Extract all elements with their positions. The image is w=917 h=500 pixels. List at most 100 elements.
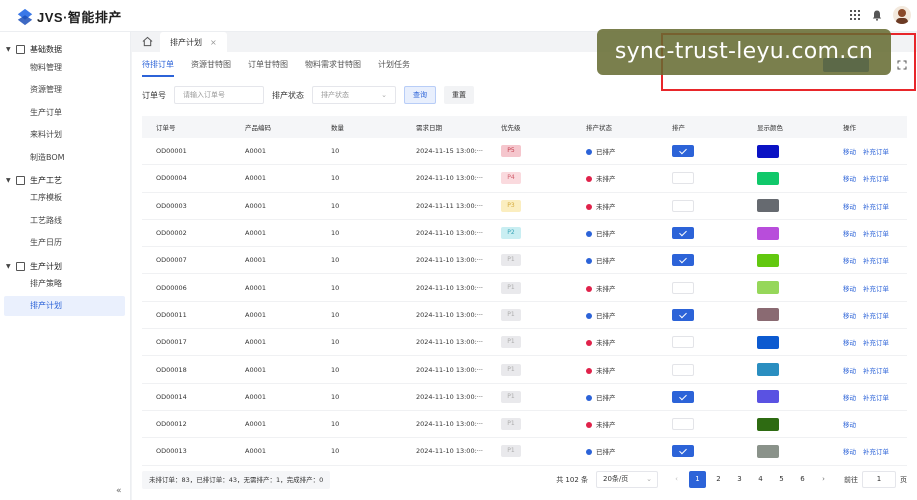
sidebar-item-production-order[interactable]: 生产订单 [0, 103, 128, 123]
page-button[interactable]: 1 [689, 471, 706, 488]
table-row[interactable]: OD00018 A0001 10 2024-11-10 13:00:··· P1… [142, 356, 907, 384]
collapse-sidebar-icon[interactable]: « [116, 486, 122, 496]
user-avatar[interactable] [893, 6, 911, 24]
schedule-checkbox[interactable] [672, 199, 694, 212]
move-link[interactable]: 移动 [843, 367, 856, 375]
color-swatch[interactable] [757, 253, 779, 267]
tab-material-gantt[interactable]: 物料需求甘特图 [305, 55, 361, 77]
color-swatch[interactable] [757, 363, 779, 377]
schedule-checkbox[interactable] [672, 308, 694, 321]
schedule-checkbox[interactable] [672, 145, 694, 158]
supplement-order-link[interactable]: 补充订单 [863, 257, 889, 265]
col-color[interactable]: 显示颜色 [743, 122, 829, 132]
schedule-checkbox[interactable] [672, 445, 694, 458]
sidebar-item-resource[interactable]: 资源管理 [0, 80, 128, 100]
page-button[interactable]: 3 [731, 471, 748, 488]
move-link[interactable]: 移动 [843, 285, 856, 293]
supplement-order-link[interactable]: 补充订单 [863, 312, 889, 320]
reset-button[interactable]: 重置 [444, 86, 474, 104]
sidebar-item-calendar[interactable]: 生产日历 [0, 233, 128, 253]
move-link[interactable]: 移动 [843, 203, 856, 211]
sidebar-item-material[interactable]: 物料管理 [0, 58, 128, 78]
goto-page-input[interactable]: 1 [862, 471, 896, 488]
color-swatch[interactable] [757, 199, 779, 213]
tab-pending-orders[interactable]: 待排订单 [142, 55, 174, 77]
supplement-order-link[interactable]: 补充订单 [863, 148, 889, 156]
table-row[interactable]: OD00003 A0001 10 2024-11-11 13:00:··· P3… [142, 193, 907, 220]
schedule-checkbox[interactable] [672, 418, 694, 431]
table-row[interactable]: OD00012 A0001 10 2024-11-10 13:00:··· P1… [142, 411, 907, 439]
tab-resource-gantt[interactable]: 资源甘特图 [191, 55, 231, 77]
page-tab-schedule-plan[interactable]: 排产计划 × [160, 32, 227, 52]
schedule-checkbox[interactable] [672, 254, 694, 267]
schedule-status-select[interactable]: 排产状态 ⌄ [312, 86, 396, 104]
sidebar-item-strategy[interactable]: 排产策略 [0, 274, 128, 294]
move-link[interactable]: 移动 [843, 448, 856, 456]
supplement-order-link[interactable]: 补充订单 [863, 367, 889, 375]
col-order[interactable]: 订单号 [142, 122, 231, 132]
color-swatch[interactable] [757, 308, 779, 322]
move-link[interactable]: 移动 [843, 394, 856, 402]
sidebar-item-process-route[interactable]: 工艺路线 [0, 211, 128, 231]
page-button[interactable]: 6 [794, 471, 811, 488]
next-page-icon[interactable]: › [815, 471, 832, 488]
schedule-checkbox[interactable] [672, 227, 694, 240]
sidebar-group-plan[interactable]: ▼ 生产计划 [0, 258, 131, 274]
color-swatch[interactable] [757, 417, 779, 431]
color-swatch[interactable] [757, 390, 779, 404]
supplement-order-link[interactable]: 补充订单 [863, 394, 889, 402]
bell-icon[interactable] [871, 9, 883, 21]
page-size-select[interactable]: 20条/页 ⌄ [596, 471, 658, 488]
supplement-order-link[interactable]: 补充订单 [863, 203, 889, 211]
move-link[interactable]: 移动 [843, 257, 856, 265]
move-link[interactable]: 移动 [843, 175, 856, 183]
color-swatch[interactable] [757, 144, 779, 158]
table-row[interactable]: OD00006 A0001 10 2024-11-10 13:00:··· P1… [142, 274, 907, 302]
table-row[interactable]: OD00017 A0001 10 2024-11-10 13:00:··· P1… [142, 329, 907, 357]
schedule-checkbox[interactable] [672, 363, 694, 376]
move-link[interactable]: 移动 [843, 421, 856, 429]
supplement-order-link[interactable]: 补充订单 [863, 230, 889, 238]
sidebar-item-bom[interactable]: 制造BOM [0, 148, 128, 168]
close-tab-icon[interactable]: × [210, 38, 217, 47]
supplement-order-link[interactable]: 补充订单 [863, 339, 889, 347]
supplement-order-link[interactable]: 补充订单 [863, 175, 889, 183]
schedule-checkbox[interactable] [672, 281, 694, 294]
supplement-order-link[interactable]: 补充订单 [863, 285, 889, 293]
color-swatch[interactable] [757, 335, 779, 349]
sidebar-item-schedule-plan[interactable]: 排产计划 [4, 296, 125, 316]
col-qty[interactable]: 数量 [317, 122, 402, 132]
sidebar-group-process[interactable]: ▼ 生产工艺 [0, 172, 131, 188]
color-swatch[interactable] [757, 226, 779, 240]
col-date[interactable]: 需求日期 [402, 122, 487, 132]
move-link[interactable]: 移动 [843, 148, 856, 156]
table-row[interactable]: OD00002 A0001 10 2024-11-10 13:00:··· P2… [142, 220, 907, 248]
app-logo[interactable]: JVS·智能排产 [16, 7, 122, 26]
table-row[interactable]: OD00001 A0001 10 2024-11-15 13:00:··· P5… [142, 138, 907, 166]
col-status[interactable]: 排产状态 [572, 122, 658, 132]
sidebar-group-basic-data[interactable]: ▼ 基础数据 [0, 41, 131, 57]
sidebar-item-incoming-plan[interactable]: 来料计划 [0, 125, 128, 145]
tab-plan-tasks[interactable]: 计划任务 [378, 55, 410, 77]
query-button[interactable]: 查询 [404, 86, 436, 104]
col-priority[interactable]: 优先级 [487, 122, 572, 132]
move-link[interactable]: 移动 [843, 339, 856, 347]
schedule-checkbox[interactable] [672, 172, 694, 185]
prev-page-icon[interactable]: ‹ [668, 471, 685, 488]
color-swatch[interactable] [757, 171, 779, 185]
table-row[interactable]: OD00013 A0001 10 2024-11-10 13:00:··· P1… [142, 438, 907, 466]
page-button[interactable]: 4 [752, 471, 769, 488]
table-row[interactable]: OD00011 A0001 10 2024-11-10 13:00:··· P1… [142, 302, 907, 330]
apps-grid-icon[interactable] [849, 9, 861, 21]
col-schedule[interactable]: 排产 [658, 122, 743, 132]
order-number-input[interactable]: 请输入订单号 [174, 86, 264, 104]
home-icon[interactable] [142, 36, 153, 47]
move-link[interactable]: 移动 [843, 312, 856, 320]
page-button[interactable]: 5 [773, 471, 790, 488]
col-product[interactable]: 产品编码 [231, 122, 317, 132]
table-row[interactable]: OD00004 A0001 10 2024-11-10 13:00:··· P4… [142, 165, 907, 193]
move-link[interactable]: 移动 [843, 230, 856, 238]
table-row[interactable]: OD00007 A0001 10 2024-11-10 13:00:··· P1… [142, 247, 907, 275]
schedule-checkbox[interactable] [672, 336, 694, 349]
page-button[interactable]: 2 [710, 471, 727, 488]
